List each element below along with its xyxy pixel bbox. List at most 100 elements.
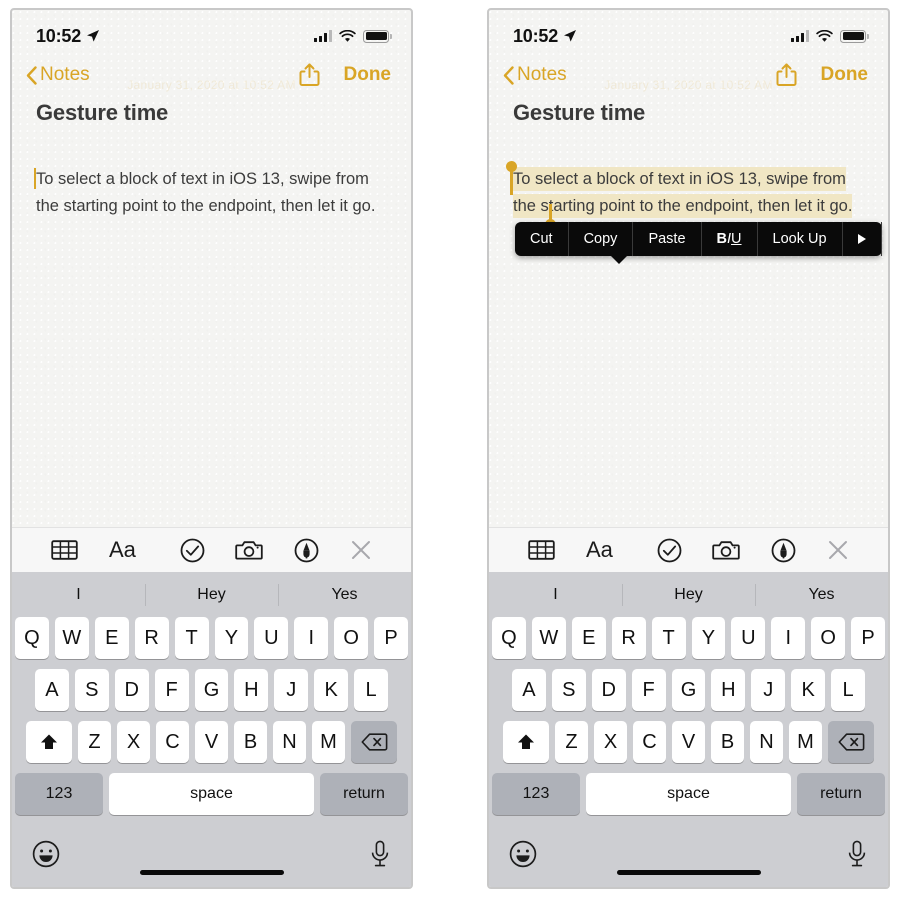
key-d[interactable]: D bbox=[114, 669, 149, 711]
suggestion-0[interactable]: I bbox=[12, 586, 145, 604]
camera-icon[interactable] bbox=[235, 539, 263, 561]
table-icon[interactable] bbox=[528, 539, 556, 561]
key-r[interactable]: R bbox=[134, 617, 169, 659]
key-a[interactable]: A bbox=[35, 669, 69, 711]
edit-menu-look-up[interactable]: Look Up bbox=[758, 222, 843, 256]
key-x[interactable]: X bbox=[594, 721, 627, 763]
key-m[interactable]: M bbox=[312, 721, 345, 763]
markup-pen-icon[interactable] bbox=[294, 538, 319, 563]
key-p[interactable]: P bbox=[851, 617, 886, 659]
space-key[interactable]: space bbox=[586, 773, 791, 815]
numbers-key[interactable]: 123 bbox=[492, 773, 580, 815]
key-b[interactable]: B bbox=[234, 721, 267, 763]
note-paragraph-selected[interactable]: To select a block of text in iOS 13, swi… bbox=[513, 166, 866, 220]
key-g[interactable]: G bbox=[671, 669, 706, 711]
key-k[interactable]: K bbox=[314, 669, 349, 711]
edit-menu-format[interactable]: BIU bbox=[702, 222, 758, 256]
shift-up-arrow-icon[interactable] bbox=[503, 721, 549, 763]
key-j[interactable]: J bbox=[751, 669, 786, 711]
key-s[interactable]: S bbox=[74, 669, 109, 711]
back-to-notes-button[interactable]: Notes bbox=[503, 64, 567, 86]
close-icon[interactable] bbox=[350, 539, 372, 561]
key-n[interactable]: N bbox=[273, 721, 306, 763]
suggestion-2[interactable]: Yes bbox=[278, 586, 411, 604]
key-j[interactable]: J bbox=[274, 669, 309, 711]
done-button[interactable]: Done bbox=[344, 64, 392, 86]
done-button[interactable]: Done bbox=[821, 64, 869, 86]
backspace-delete-icon[interactable] bbox=[828, 721, 874, 763]
key-n[interactable]: N bbox=[750, 721, 783, 763]
edit-menu-paste[interactable]: Paste bbox=[633, 222, 702, 256]
emoji-smiley-icon[interactable] bbox=[32, 840, 60, 873]
key-e[interactable]: E bbox=[571, 617, 606, 659]
suggestion-1[interactable]: Hey bbox=[145, 586, 278, 604]
return-key[interactable]: return bbox=[320, 773, 408, 815]
microphone-icon[interactable] bbox=[846, 840, 868, 873]
suggestion-1[interactable]: Hey bbox=[622, 586, 755, 604]
key-o[interactable]: O bbox=[334, 617, 369, 659]
key-v[interactable]: V bbox=[195, 721, 228, 763]
key-t[interactable]: T bbox=[651, 617, 686, 659]
backspace-delete-icon[interactable] bbox=[351, 721, 397, 763]
key-g[interactable]: G bbox=[194, 669, 229, 711]
key-p[interactable]: P bbox=[374, 617, 409, 659]
key-k[interactable]: K bbox=[791, 669, 826, 711]
key-q[interactable]: Q bbox=[491, 617, 526, 659]
key-o[interactable]: O bbox=[811, 617, 846, 659]
suggestion-2[interactable]: Yes bbox=[755, 586, 888, 604]
key-c[interactable]: C bbox=[156, 721, 189, 763]
key-r[interactable]: R bbox=[611, 617, 646, 659]
key-s[interactable]: S bbox=[551, 669, 586, 711]
key-b[interactable]: B bbox=[711, 721, 744, 763]
markup-pen-icon[interactable] bbox=[771, 538, 796, 563]
key-z[interactable]: Z bbox=[78, 721, 111, 763]
checklist-icon[interactable] bbox=[657, 538, 682, 563]
key-e[interactable]: E bbox=[94, 617, 129, 659]
key-x[interactable]: X bbox=[117, 721, 150, 763]
text-format-icon[interactable]: Aa bbox=[586, 538, 626, 562]
note-body-left[interactable]: Gesture time To select a block of text i… bbox=[12, 94, 411, 527]
shift-up-arrow-icon[interactable] bbox=[26, 721, 72, 763]
key-u[interactable]: U bbox=[731, 617, 766, 659]
key-d[interactable]: D bbox=[591, 669, 626, 711]
key-y[interactable]: Y bbox=[214, 617, 249, 659]
key-w[interactable]: W bbox=[531, 617, 566, 659]
table-icon[interactable] bbox=[51, 539, 79, 561]
key-h[interactable]: H bbox=[711, 669, 746, 711]
note-body-right[interactable]: Gesture time Cut Copy Paste BIU Look Up … bbox=[489, 94, 888, 527]
key-q[interactable]: Q bbox=[14, 617, 49, 659]
microphone-icon[interactable] bbox=[369, 840, 391, 873]
camera-icon[interactable] bbox=[712, 539, 740, 561]
key-t[interactable]: T bbox=[174, 617, 209, 659]
key-m[interactable]: M bbox=[789, 721, 822, 763]
edit-menu-more-button[interactable] bbox=[843, 222, 882, 256]
note-paragraph[interactable]: To select a block of text in iOS 13, swi… bbox=[34, 166, 389, 220]
share-up-arrow-icon[interactable] bbox=[299, 63, 320, 87]
key-f[interactable]: F bbox=[154, 669, 189, 711]
key-z[interactable]: Z bbox=[555, 721, 588, 763]
key-i[interactable]: I bbox=[294, 617, 329, 659]
edit-menu-cut[interactable]: Cut bbox=[515, 222, 569, 256]
key-u[interactable]: U bbox=[254, 617, 289, 659]
share-up-arrow-icon[interactable] bbox=[776, 63, 797, 87]
emoji-smiley-icon[interactable] bbox=[509, 840, 537, 873]
close-icon[interactable] bbox=[827, 539, 849, 561]
back-to-notes-button[interactable]: Notes bbox=[26, 64, 90, 86]
key-i[interactable]: I bbox=[771, 617, 806, 659]
key-h[interactable]: H bbox=[234, 669, 269, 711]
text-format-icon[interactable]: Aa bbox=[109, 538, 149, 562]
key-a[interactable]: A bbox=[512, 669, 546, 711]
edit-menu-copy[interactable]: Copy bbox=[569, 222, 634, 256]
space-key[interactable]: space bbox=[109, 773, 314, 815]
key-v[interactable]: V bbox=[672, 721, 705, 763]
key-f[interactable]: F bbox=[631, 669, 666, 711]
suggestion-0[interactable]: I bbox=[489, 586, 622, 604]
checklist-icon[interactable] bbox=[180, 538, 205, 563]
return-key[interactable]: return bbox=[797, 773, 885, 815]
key-c[interactable]: C bbox=[633, 721, 666, 763]
key-l[interactable]: L bbox=[354, 669, 389, 711]
numbers-key[interactable]: 123 bbox=[15, 773, 103, 815]
key-y[interactable]: Y bbox=[691, 617, 726, 659]
key-w[interactable]: W bbox=[54, 617, 89, 659]
key-l[interactable]: L bbox=[831, 669, 866, 711]
